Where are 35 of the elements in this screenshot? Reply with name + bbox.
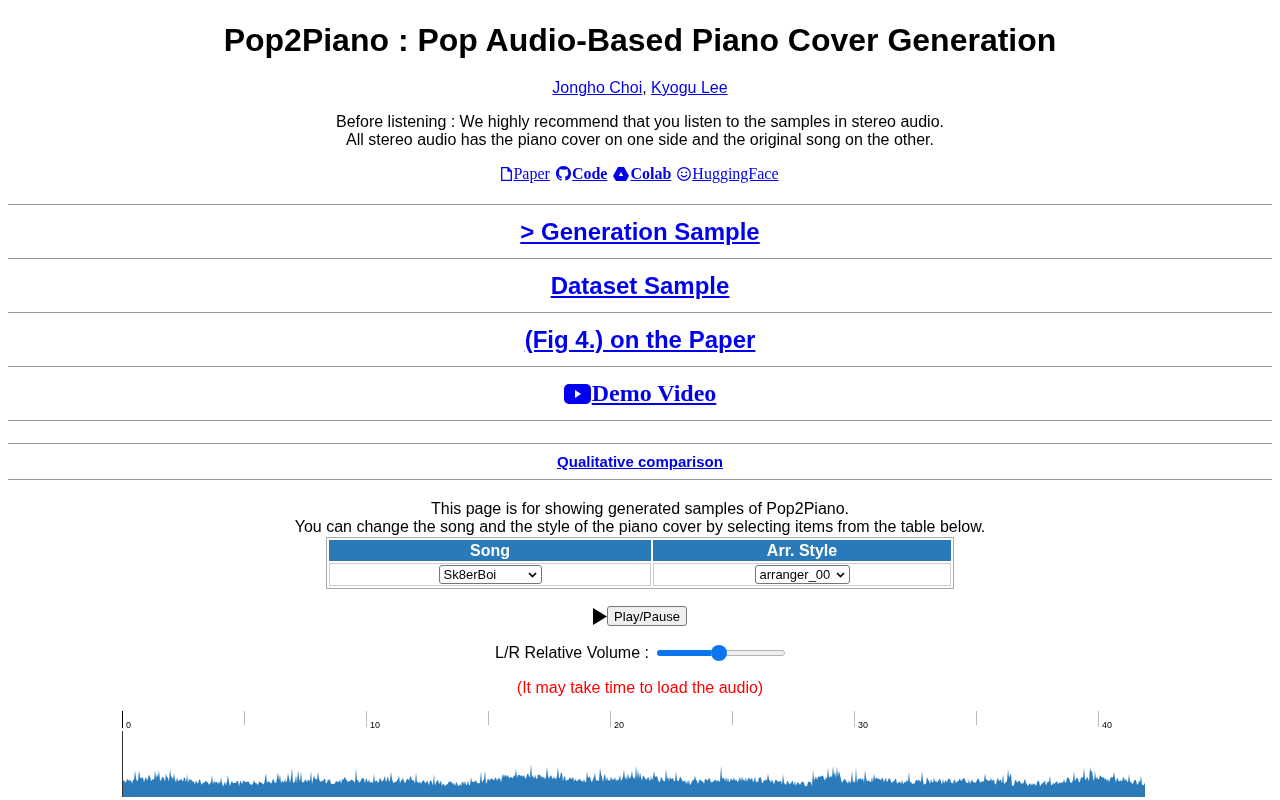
code-link[interactable]: Code	[555, 165, 608, 182]
section-link[interactable]: Demo Video	[563, 380, 717, 407]
loading-notice: (It may take time to load the audio)	[515, 679, 765, 697]
smiley-icon	[677, 167, 692, 181]
slider-thumb[interactable]	[710, 645, 727, 661]
time-label: 30	[858, 720, 868, 730]
subnav-link[interactable]: Qualitative comparison	[557, 453, 723, 470]
listening-notice: Before listening : We highly recommend that you listen to the samples in stereo audio. All stereo audio has the piano cover on one side and the original song on the other.	[335, 113, 945, 149]
column-header: Arr. Style	[653, 540, 951, 561]
section-link[interactable]: Dataset Sample	[550, 271, 730, 300]
play-pause-button[interactable]: Play/Pause	[607, 606, 687, 626]
time-label: 0	[126, 720, 131, 730]
triangle-logo-icon	[613, 167, 630, 181]
document-icon	[501, 167, 513, 181]
intro-text: This page is for showing generated samples of Pop2Piano. You can change the song and the style of the piano cover by selecting items from the table below.	[293, 500, 987, 536]
author-separator: ,	[642, 79, 647, 96]
video-play-icon	[563, 383, 591, 404]
time-label: 20	[614, 720, 624, 730]
time-label: 10	[370, 720, 380, 730]
colab-link[interactable]: Colab	[613, 165, 672, 182]
author-link[interactable]: Jongho Choi	[552, 79, 643, 96]
section-link[interactable]: (Fig 4.) on the Paper	[524, 325, 756, 354]
page-title: Pop2Piano : Pop Audio-Based Piano Cover Generation	[222, 21, 1058, 60]
author-link[interactable]: Kyogu Lee	[651, 79, 728, 96]
column-header: Song	[329, 540, 651, 561]
volume-label: L/R Relative Volume :	[495, 644, 649, 662]
caret-icon	[527, 571, 537, 578]
github-icon	[555, 166, 571, 181]
dropdown-select[interactable]: Sk8erBoi	[438, 565, 542, 585]
dropdown-select[interactable]: arranger_00	[754, 565, 850, 585]
huggingface-link[interactable]: HuggingFace	[677, 165, 779, 182]
section-link[interactable]: > Generation Sample	[520, 217, 760, 246]
caret-icon	[835, 571, 845, 578]
time-label: 40	[1102, 720, 1112, 730]
paper-link[interactable]: Paper	[501, 165, 550, 182]
